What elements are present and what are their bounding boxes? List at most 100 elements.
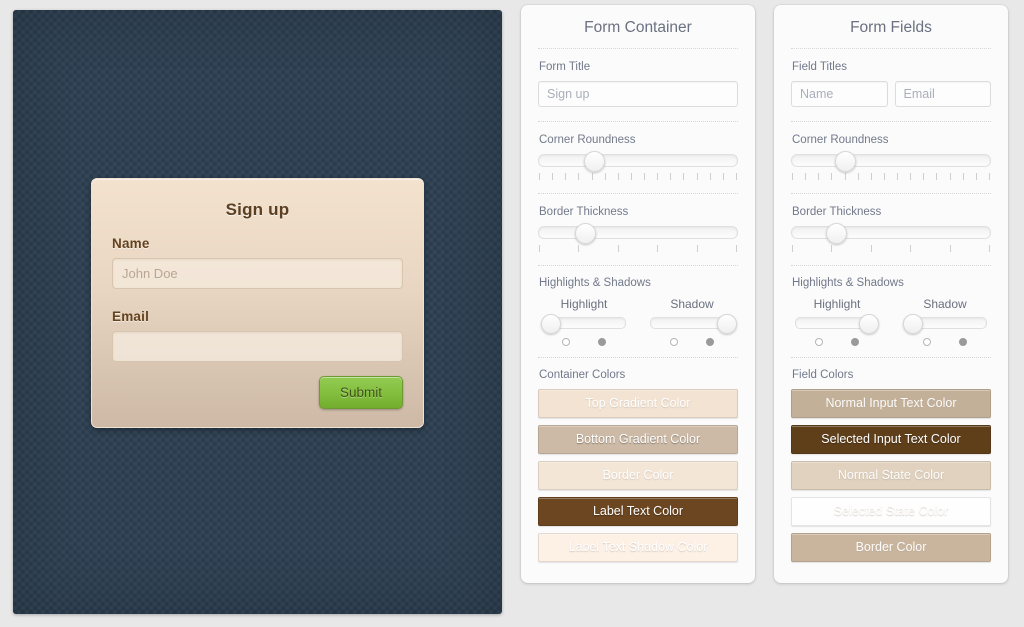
color-swatch-button[interactable]: Border Color	[791, 533, 991, 562]
slider-knob[interactable]	[835, 150, 857, 172]
divider	[538, 265, 738, 266]
slider-tick	[591, 173, 593, 180]
radio-option-right[interactable]	[851, 338, 859, 346]
slider-knob[interactable]	[903, 314, 924, 334]
radio-option-right[interactable]	[706, 338, 714, 346]
slider-track[interactable]	[791, 150, 991, 172]
color-swatch-button[interactable]: Selected Input Text Color	[791, 425, 991, 454]
color-swatch-button[interactable]: Border Color	[538, 461, 738, 490]
slider-tick	[805, 173, 807, 180]
radio-option-left[interactable]	[562, 338, 570, 346]
slider-corner-roundness[interactable]	[538, 150, 738, 180]
label-field-colors: Field Colors	[792, 369, 854, 381]
slider-tick	[644, 173, 645, 180]
color-swatch-button[interactable]: Bottom Gradient Color	[538, 425, 738, 454]
slider-tick	[722, 173, 724, 180]
slider-tick	[962, 173, 964, 180]
slider-track[interactable]	[791, 222, 991, 244]
slider-tick	[539, 245, 540, 252]
slider-tick	[657, 173, 659, 180]
label-highlight: Highlight	[560, 297, 608, 311]
slider-track[interactable]	[650, 314, 738, 334]
slider-tick	[949, 245, 951, 252]
slider-tick	[670, 173, 672, 180]
radio-option-right[interactable]	[598, 338, 606, 346]
color-swatch-button[interactable]: Selected State Color	[791, 497, 991, 526]
radio-group-highlight[interactable]	[791, 338, 883, 346]
app-root: Sign up Name Email Submit Form Container…	[0, 0, 1024, 627]
divider	[538, 48, 738, 49]
preview-input-email[interactable]	[112, 331, 403, 362]
slider-border-thickness[interactable]	[791, 222, 991, 252]
radio-option-left[interactable]	[923, 338, 931, 346]
radio-option-left[interactable]	[815, 338, 823, 346]
slider-tick	[604, 173, 606, 180]
slider-tick	[844, 173, 846, 180]
label-highlights-shadows: Highlights & Shadows	[539, 277, 651, 289]
swatch-list-container-colors: Top Gradient Color Bottom Gradient Color B…	[538, 389, 738, 562]
color-swatch-button[interactable]: Normal State Color	[791, 461, 991, 490]
radio-group-shadow[interactable]	[899, 338, 991, 346]
slider-tick	[910, 173, 912, 180]
slider-tick	[988, 245, 990, 252]
radio-option-right[interactable]	[959, 338, 967, 346]
slider-tick	[657, 245, 659, 252]
slider-knob[interactable]	[584, 150, 606, 172]
color-swatch-button[interactable]: Top Gradient Color	[538, 389, 738, 418]
label-form-title: Form Title	[539, 61, 591, 73]
control-highlight: Highlight	[538, 297, 630, 346]
slider-knob[interactable]	[859, 314, 880, 334]
slider-knob[interactable]	[540, 314, 561, 334]
slider-tick	[552, 173, 554, 180]
control-shadow: Shadow	[646, 297, 738, 346]
panel-form-container: Form Container Form Title Corner Roundne…	[521, 5, 755, 583]
color-swatch-button[interactable]: Normal Input Text Color	[791, 389, 991, 418]
slider-knob[interactable]	[717, 314, 738, 334]
label-highlight: Highlight	[813, 297, 861, 311]
preview-submit-button[interactable]: Submit	[318, 376, 403, 409]
slider-ticks	[791, 245, 991, 252]
control-highlight: Highlight	[791, 297, 883, 346]
input-form-title[interactable]	[538, 81, 738, 107]
slider-track[interactable]	[795, 314, 880, 334]
label-corner-roundness: Corner Roundness	[539, 134, 636, 146]
form-preview-stage: Sign up Name Email Submit	[13, 10, 502, 614]
field-titles-inputs	[791, 81, 991, 107]
preview-input-name[interactable]	[112, 258, 403, 289]
label-shadow: Shadow	[670, 297, 714, 311]
slider-tick	[565, 173, 567, 180]
slider-track[interactable]	[538, 150, 738, 172]
slider-border-thickness[interactable]	[538, 222, 738, 252]
slider-track[interactable]	[903, 314, 987, 334]
color-swatch-button[interactable]: Label Text Shadow Color	[538, 533, 738, 562]
slider-track[interactable]	[538, 222, 738, 244]
radio-option-left[interactable]	[670, 338, 678, 346]
label-shadow: Shadow	[923, 297, 967, 311]
slider-tick	[870, 245, 872, 252]
input-field-title-name[interactable]	[791, 81, 888, 107]
color-swatch-button[interactable]: Label Text Color	[538, 497, 738, 526]
input-field-title-email[interactable]	[894, 81, 991, 107]
slider-tick	[857, 173, 859, 180]
radio-group-highlight[interactable]	[538, 338, 630, 346]
slider-tick	[539, 173, 540, 180]
label-border-thickness: Border Thickness	[792, 206, 882, 218]
divider	[791, 193, 991, 194]
slider-tick	[617, 245, 619, 252]
slider-tick	[923, 173, 925, 180]
slider-tick	[910, 245, 912, 252]
slider-ticks	[538, 245, 738, 252]
slider-tick	[683, 173, 685, 180]
slider-track[interactable]	[540, 314, 626, 334]
highlight-shadow-row: Highlight Shadow	[791, 297, 991, 346]
slider-tick	[578, 245, 580, 252]
preview-label-email: Email	[112, 309, 150, 324]
slider-tick	[617, 173, 619, 180]
slider-corner-roundness[interactable]	[791, 150, 991, 180]
panel-title-form-container: Form Container	[584, 19, 692, 36]
slider-knob[interactable]	[825, 222, 847, 244]
slider-tick	[870, 173, 872, 180]
slider-knob[interactable]	[574, 222, 596, 244]
control-shadow: Shadow	[899, 297, 991, 346]
radio-group-shadow[interactable]	[646, 338, 738, 346]
